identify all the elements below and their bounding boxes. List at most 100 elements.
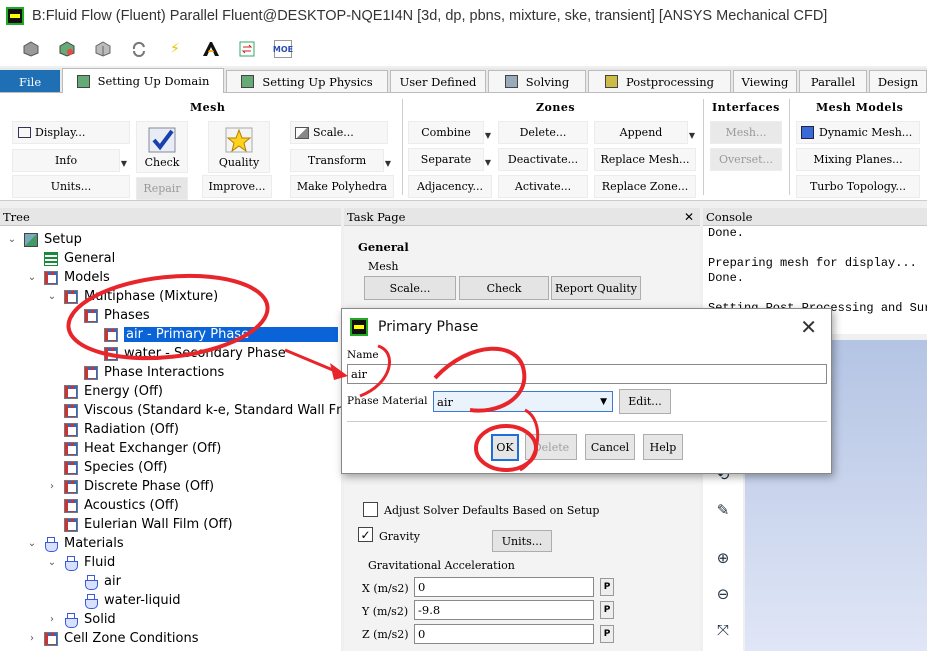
report-quality-button[interactable]: Report Quality <box>551 276 641 300</box>
tree-item-water-liquid[interactable]: water-liquid <box>84 591 180 610</box>
zones-combine-button[interactable]: Combine ▼ <box>408 121 491 144</box>
collapse-icon[interactable]: ⌄ <box>26 538 38 549</box>
cancel-button[interactable]: Cancel <box>585 434 635 460</box>
expand-icon[interactable]: › <box>46 614 58 625</box>
model-icon <box>64 422 78 437</box>
collapse-icon[interactable]: ⌄ <box>66 310 78 321</box>
collapse-icon[interactable]: ⌄ <box>46 557 58 568</box>
tree-item-heat-exchanger[interactable]: Heat Exchanger (Off) <box>64 439 221 458</box>
task-page-close-icon[interactable]: ✕ <box>684 210 694 224</box>
make-polyhedra-button[interactable]: Make Polyhedra <box>290 175 394 198</box>
collapse-icon[interactable]: ⌄ <box>46 291 58 302</box>
tab-setting-up-domain[interactable]: Setting Up Domain <box>62 68 224 93</box>
mesh-transform-button[interactable]: Transform ▼ <box>290 149 391 172</box>
replace-mesh-button[interactable]: Replace Mesh... <box>594 148 696 171</box>
mixing-planes-button[interactable]: Mixing Planes... <box>796 148 920 171</box>
ok-button[interactable]: OK <box>491 434 519 461</box>
close-icon[interactable]: ✕ <box>800 315 817 339</box>
zones-deactivate-button[interactable]: Deactivate... <box>498 148 588 171</box>
y-parameter-button[interactable]: P <box>600 601 614 619</box>
tree-item-multiphase[interactable]: ⌄ Multiphase (Mixture) <box>46 287 218 306</box>
tree-item-energy[interactable]: Energy (Off) <box>64 382 163 401</box>
tree-item-general[interactable]: General <box>44 249 115 268</box>
phase-name-input[interactable]: air <box>347 364 827 384</box>
refresh-icon[interactable] <box>130 40 148 58</box>
tree-item-species[interactable]: Species (Off) <box>64 458 168 477</box>
tree-item-cell-zone-conditions[interactable]: › Cell Zone Conditions <box>26 629 198 648</box>
moe-icon[interactable]: MOE <box>273 40 293 58</box>
tree-item-fluid[interactable]: ⌄ Fluid <box>46 553 115 572</box>
mesh-units-button[interactable]: Units... <box>12 175 130 198</box>
zoom-in-icon[interactable]: ⊕ <box>713 548 733 568</box>
adjust-solver-checkbox[interactable] <box>363 502 378 517</box>
gravity-units-button[interactable]: Units... <box>492 530 552 552</box>
ansys-logo-icon[interactable] <box>202 40 220 58</box>
button-label: Scale... <box>313 126 354 139</box>
tab-solving[interactable]: Solving <box>488 70 586 92</box>
expand-icon[interactable]: › <box>46 481 58 492</box>
y-accel-input[interactable]: -9.8 <box>414 600 594 620</box>
mesh-cube-icon[interactable] <box>22 40 40 58</box>
grid-cube-icon[interactable] <box>94 40 112 58</box>
tab-user-defined[interactable]: User Defined <box>390 70 486 92</box>
z-parameter-button[interactable]: P <box>600 625 614 643</box>
lightning-icon[interactable]: ⚡ <box>166 40 184 58</box>
zones-adjacency-button[interactable]: Adjacency... <box>408 175 492 198</box>
replace-zone-button[interactable]: Replace Zone... <box>594 175 696 198</box>
dynamic-mesh-button[interactable]: Dynamic Mesh... <box>796 121 920 144</box>
tab-viewing[interactable]: Viewing <box>733 70 797 92</box>
zones-activate-button[interactable]: Activate... <box>498 175 588 198</box>
tab-file[interactable]: File <box>0 70 60 92</box>
tree-item-air-material[interactable]: air <box>84 572 121 591</box>
mesh-info-button[interactable]: Info ▼ <box>12 149 127 172</box>
phase-material-select[interactable]: air ▼ <box>433 391 613 412</box>
mesh-scale-button[interactable]: Scale... <box>290 121 388 144</box>
task-check-button[interactable]: Check <box>459 276 549 300</box>
zones-delete-button[interactable]: Delete... <box>498 121 588 144</box>
collapse-icon[interactable]: ⌄ <box>6 234 18 245</box>
tree-item-label: Solid <box>84 612 116 627</box>
tree-item-label: General <box>64 251 116 266</box>
tree-item-solid[interactable]: › Solid <box>46 610 116 629</box>
tree-item-viscous[interactable]: Viscous (Standard k-e, Standard Wall Fn) <box>64 401 349 420</box>
tree-item-phase-interactions[interactable]: Phase Interactions <box>84 363 224 382</box>
tree-item-radiation[interactable]: Radiation (Off) <box>64 420 179 439</box>
z-accel-input[interactable]: 0 <box>414 624 594 644</box>
tree-item-acoustics[interactable]: Acoustics (Off) <box>64 496 179 515</box>
collapse-icon[interactable]: ⌄ <box>26 272 38 283</box>
tab-parallel[interactable]: Parallel <box>799 70 867 92</box>
tree-item-water-secondary-phase[interactable]: water - Secondary Phase <box>104 344 286 363</box>
tree-item-models[interactable]: ⌄ Models <box>26 268 110 287</box>
mesh-check-button[interactable]: Check <box>136 121 188 173</box>
gravity-checkbox[interactable]: ✓ <box>358 527 373 542</box>
tree-item-air-primary-phase[interactable]: air - Primary Phase <box>104 325 338 344</box>
axes-icon[interactable]: ⤧ <box>713 620 733 640</box>
probe-pen-icon[interactable]: ✎ <box>713 500 733 520</box>
zoom-out-icon[interactable]: ⊖ <box>713 584 733 604</box>
x-parameter-button[interactable]: P <box>600 578 614 596</box>
multiphase-icon <box>64 289 78 304</box>
task-scale-button[interactable]: Scale... <box>364 276 456 300</box>
zones-separate-button[interactable]: Separate ▼ <box>408 148 491 171</box>
tree-item-materials[interactable]: ⌄ Materials <box>26 534 124 553</box>
expand-icon[interactable]: › <box>26 633 38 644</box>
x-accel-input[interactable]: 0 <box>414 577 594 597</box>
zones-append-button[interactable]: Append ▼ <box>594 121 695 144</box>
help-button[interactable]: Help <box>643 434 683 460</box>
task-page-header: Task Page ✕ <box>344 208 700 226</box>
exchange-icon[interactable] <box>238 40 256 58</box>
mesh-quality-button[interactable]: Quality <box>208 121 270 173</box>
setup-cube-icon[interactable] <box>58 40 76 58</box>
tree-item-phases[interactable]: ⌄ Phases <box>66 306 150 325</box>
panel-title: Console <box>706 209 753 224</box>
edit-material-button[interactable]: Edit... <box>619 389 671 414</box>
tree-item-discrete-phase[interactable]: › Discrete Phase (Off) <box>46 477 214 496</box>
mesh-improve-button[interactable]: Improve... <box>202 175 272 198</box>
tab-design[interactable]: Design <box>869 70 927 92</box>
tree-item-setup[interactable]: ⌄ Setup <box>6 230 82 249</box>
tree-item-eulerian-wall-film[interactable]: Eulerian Wall Film (Off) <box>64 515 233 534</box>
mesh-display-button[interactable]: Display... <box>12 121 130 144</box>
turbo-topology-button[interactable]: Turbo Topology... <box>796 175 920 198</box>
tab-postprocessing[interactable]: Postprocessing <box>588 70 731 92</box>
tab-setting-up-physics[interactable]: Setting Up Physics <box>226 70 388 92</box>
